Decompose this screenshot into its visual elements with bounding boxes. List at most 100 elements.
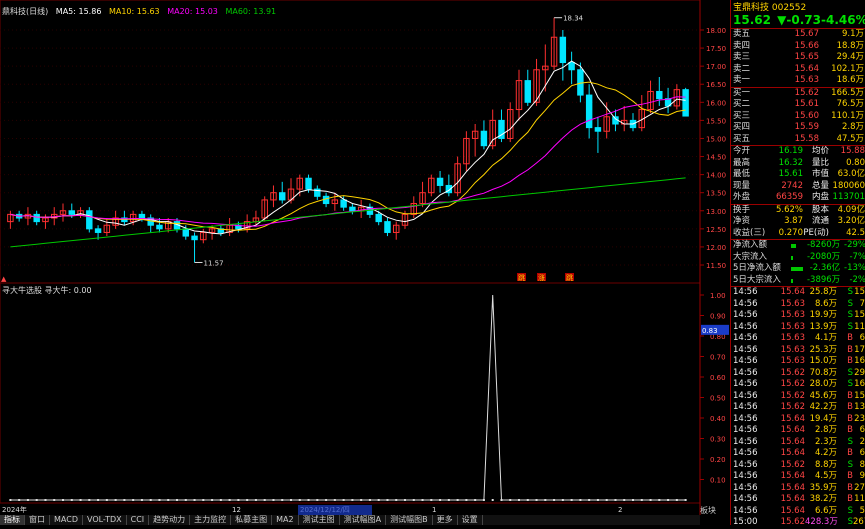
indicator-tab[interactable]: 窗口 [25, 515, 50, 525]
orderbook-row[interactable]: 卖五 15.67 9.1万 [731, 29, 865, 41]
tick-count: 2 [859, 436, 865, 447]
indicator-tab[interactable]: 设置 [458, 515, 483, 525]
fund-flow-value: -8260万 [806, 240, 841, 250]
candle-body [568, 62, 575, 71]
tick-price: 15.62 [780, 379, 805, 389]
indicator-tab[interactable]: VOL-TDX [83, 515, 127, 525]
tick-row[interactable]: 14:56 15.63 25.3万 B 17 [731, 345, 865, 357]
tick-row[interactable]: 15:00 15.62428.3万 S267 [731, 517, 865, 525]
orderbook-volume: 29.4万 [836, 52, 864, 62]
ma60-label: MA60: 13.91 [225, 7, 277, 16]
tick-row[interactable]: 14:56 15.64 2.3万 S 2 [731, 437, 865, 449]
tick-price: 15.64 [780, 413, 805, 424]
indicator-tab[interactable]: 测试主图 [299, 515, 340, 525]
tick-time: 14:56 [733, 379, 758, 389]
orderbook-level-label: 卖四 [733, 40, 751, 51]
tick-price: 15.64 [780, 436, 805, 447]
indicator-dot [491, 499, 494, 501]
tick-row[interactable]: 14:56 15.64 38.2万 B 11 [731, 494, 865, 506]
tick-row[interactable]: 14:56 15.63 4.1万 B 6 [731, 333, 865, 345]
candle-body [191, 235, 198, 241]
price-row: 15.62 ▼-0.73 -4.46% [731, 12, 865, 28]
orderbook-row[interactable]: 买三 15.60 110.1万 [731, 111, 865, 123]
indicator-tab[interactable]: CCI [127, 515, 150, 525]
indicator-tab[interactable]: 主力监控 [190, 515, 232, 525]
indicator-tab[interactable]: MA2 [272, 515, 299, 525]
signal-label: 跳 [566, 273, 573, 282]
tick-row[interactable]: 14:56 15.63 13.9万 S 11 [731, 322, 865, 334]
stat-value: 113701 [832, 192, 865, 202]
tick-row[interactable]: 14:56 15.64 19.4万 B 23 [731, 414, 865, 426]
kline-svg[interactable]: 18.00 17.50 17.00 16.50 16.00 15.50 15.00 14.50… [0, 0, 730, 525]
indicator-panel-frame [0, 282, 701, 504]
tick-row[interactable]: 14:56 15.62 70.8万 S 29 [731, 368, 865, 380]
indicator-tick-label: 0.30 [710, 436, 726, 444]
orderbook-level-label: 买一 [733, 87, 751, 98]
indicator-tab[interactable]: 指标 [0, 515, 25, 525]
price-tick-label: 15.50 [706, 117, 726, 125]
tick-side: S [847, 310, 853, 320]
tick-side: S [847, 459, 853, 470]
candle-body [682, 89, 689, 117]
candle-body [322, 195, 330, 205]
kline-chart-area[interactable]: 18.00 17.50 17.00 16.50 16.00 15.50 15.00 14.50… [0, 0, 730, 525]
tick-row[interactable]: 14:56 15.63 8.6万 S 7 [731, 299, 865, 311]
tick-row[interactable]: 14:56 15.64 25.8万 S 15 [731, 287, 865, 299]
indicator-tab[interactable]: 测试幅图A [340, 515, 387, 525]
tick-volume: 35.9万 [809, 482, 837, 493]
indicator-tab[interactable]: 私募主图 [231, 515, 273, 525]
ma60-line [10, 177, 686, 248]
tick-row[interactable]: 14:56 15.62 8.8万 S 8 [731, 460, 865, 472]
tick-row[interactable]: 14:56 15.64 35.9万 B 27 [731, 483, 865, 495]
orderbook-row[interactable]: 买五 15.58 47.5万 [731, 134, 865, 146]
tick-time: 14:56 [733, 448, 758, 458]
tick-row[interactable]: 14:56 15.63 15.0万 B 16 [731, 356, 865, 368]
tick-row[interactable]: 14:56 15.64 6.6万 S 5 [731, 506, 865, 518]
tick-row[interactable]: 14:56 15.64 4.5万 B 9 [731, 471, 865, 483]
tick-price: 15.64 [780, 482, 805, 493]
tick-side: S [847, 436, 853, 447]
stat-row: 最高 16.32 量比 0.80 [731, 158, 865, 170]
price-tick-label: 17.50 [706, 45, 726, 53]
indicator-tab[interactable]: 趋势动力 [149, 515, 191, 525]
indicator-tab[interactable]: MACD [50, 515, 83, 525]
tick-row[interactable]: 14:56 15.62 28.0万 S 16 [731, 379, 865, 391]
date-label: 2024年 [2, 505, 27, 514]
tick-side: B [847, 344, 853, 355]
tick-time: 14:56 [733, 425, 758, 435]
candle-body [138, 213, 146, 219]
tick-row[interactable]: 14:56 15.62 45.6万 B 15 [731, 391, 865, 403]
indicator-tab[interactable]: 更多 [433, 515, 458, 525]
tick-list[interactable]: 14:56 15.64 25.8万 S 15 14:56 15.63 8.6万 S 7 14:56 1… [731, 286, 865, 525]
tick-row[interactable]: 14:56 15.64 4.2万 B 6 [731, 448, 865, 460]
tick-row[interactable]: 14:56 15.64 2.8万 B 6 [731, 425, 865, 437]
orderbook-row[interactable]: 卖二 15.64 102.1万 [731, 64, 865, 76]
fund-flow-label: 大宗流入 [733, 251, 768, 262]
indicator-tick-label: 0.90 [710, 313, 726, 321]
orderbook-row[interactable]: 买二 15.61 76.5万 [731, 99, 865, 111]
tick-count: 8 [859, 459, 865, 470]
stat-label: 市值 [811, 169, 829, 179]
tick-price: 15.62 [780, 517, 805, 525]
tick-row[interactable]: 14:56 15.62 42.2万 B 13 [731, 402, 865, 414]
tick-volume: 13.9万 [809, 321, 837, 332]
stat-value: 16.32 [778, 157, 803, 168]
sector-select[interactable]: 板块 [700, 505, 730, 525]
orderbook-row[interactable]: 卖四 15.66 18.8万 [731, 41, 865, 53]
orderbook-row[interactable]: 卖一 15.63 18.6万 [731, 75, 865, 87]
orderbook-row[interactable]: 买一 15.62 166.5万 [731, 86, 865, 100]
tick-count: 6 [859, 448, 865, 458]
orderbook-row[interactable]: 买四 15.59 2.8万 [731, 122, 865, 134]
stat-label: PE(动) [803, 227, 829, 238]
tick-row[interactable]: 14:56 15.63 19.9万 S 15 [731, 310, 865, 322]
candle-body [559, 36, 567, 64]
tick-price: 15.62 [780, 390, 805, 401]
orderbook-level-label: 买五 [733, 133, 751, 144]
tick-side: B [847, 390, 853, 401]
date-highlight [298, 505, 372, 515]
indicator-tab[interactable]: 测试幅图B [386, 515, 433, 525]
stat-value: 15.61 [778, 169, 803, 179]
fund-flow-row: 5日大宗流入 -3896万 -2% [731, 275, 865, 287]
fund-flow-pct: -13% [844, 263, 865, 273]
orderbook-row[interactable]: 卖三 15.65 29.4万 [731, 52, 865, 64]
